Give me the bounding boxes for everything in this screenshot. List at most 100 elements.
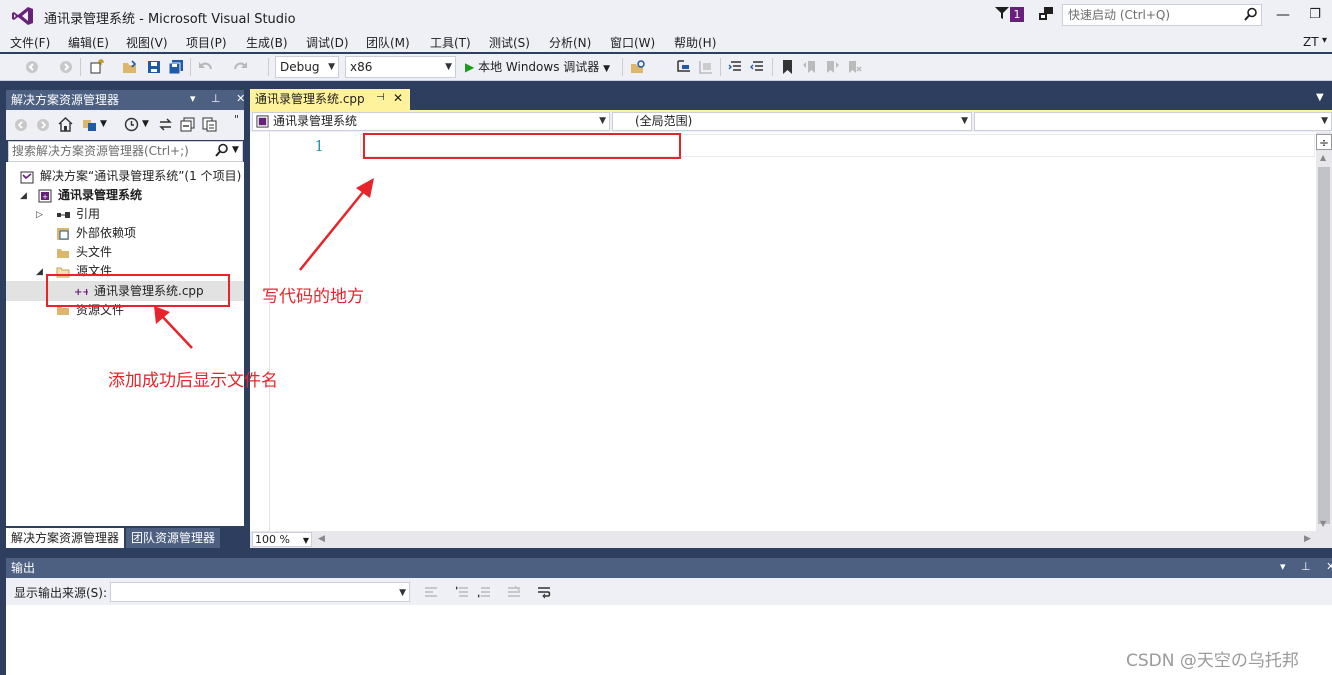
horizontal-scrollbar[interactable] [250, 531, 1332, 548]
save-icon[interactable] [146, 59, 162, 75]
expanded-chevron-icon[interactable]: ◢ [20, 191, 27, 201]
prev-bookmark-icon[interactable] [802, 59, 818, 75]
bookmark-icon[interactable] [780, 59, 796, 75]
find-in-files-icon[interactable] [630, 59, 646, 75]
annotation-code-area: 写代码的地方 [262, 287, 364, 307]
sync-icon[interactable] [158, 117, 173, 132]
folder-icon [57, 249, 69, 258]
annotation-file-added: 添加成功后显示文件名 [108, 371, 278, 391]
prev-message-icon[interactable] [455, 585, 469, 599]
solution-search-input[interactable]: 搜索解决方案资源管理器(Ctrl+;) [8, 141, 243, 162]
tab-solution-explorer[interactable]: 解决方案资源管理器 [6, 528, 125, 548]
step-disabled-icon[interactable] [698, 59, 714, 75]
collapsed-chevron-icon[interactable]: ▷ [36, 210, 43, 220]
user-account[interactable]: ZT [1303, 35, 1319, 49]
pane-window-controls[interactable]: ▾ ⊥ ✕ [190, 92, 251, 105]
chevron-down-icon[interactable]: ▼ [142, 119, 149, 129]
menu-test[interactable]: 测试(S) [489, 34, 530, 51]
minimize-button[interactable]: — [1272, 4, 1294, 26]
menu-team[interactable]: 团队(M) [366, 34, 410, 51]
config-select[interactable]: Debug ▼ [275, 56, 339, 78]
platform-select[interactable]: x86 ▼ [345, 56, 456, 78]
notification-badge[interactable]: 1 [1010, 7, 1024, 22]
comment-lines-icon[interactable] [728, 59, 744, 75]
code-editor[interactable] [250, 132, 1316, 531]
menu-tools[interactable]: 工具(T) [430, 34, 471, 51]
redo-icon[interactable] [232, 59, 248, 75]
next-message-icon[interactable] [477, 585, 491, 599]
tab-overflow-icon[interactable]: ▼ [1316, 92, 1324, 103]
tab-team-explorer[interactable]: 团队资源管理器 [126, 528, 221, 548]
back-icon[interactable] [14, 118, 28, 132]
word-wrap-icon[interactable] [537, 585, 551, 599]
chevron-down-icon: ▼ [961, 116, 968, 126]
start-debugging-button[interactable]: ▶ 本地 Windows 调试器 ▼ [465, 58, 610, 76]
tree-item-solution[interactable]: 解决方案“通讯录管理系统”(1 个项目) [40, 167, 241, 186]
collapse-all-icon[interactable] [180, 117, 195, 132]
visual-studio-logo-icon [12, 7, 33, 25]
scroll-up-icon[interactable]: ▲ [1320, 153, 1326, 162]
quick-launch-input[interactable]: 快速启动 (Ctrl+Q) [1062, 4, 1262, 26]
toolbar-separator [622, 58, 623, 76]
close-tab-icon[interactable]: ✕ [393, 91, 403, 105]
chevron-down-icon: ▼ [445, 62, 452, 72]
menu-help[interactable]: 帮助(H) [674, 34, 716, 51]
chevron-down-icon[interactable]: ▼ [100, 119, 107, 129]
feedback-icon[interactable] [1038, 6, 1054, 22]
back-icon[interactable] [24, 59, 40, 75]
menu-edit[interactable]: 编辑(E) [68, 34, 109, 51]
menu-build[interactable]: 生成(B) [246, 34, 288, 51]
menu-bar: 文件(F) 编辑(E) 视图(V) 项目(P) 生成(B) 调试(D) 团队(M… [0, 32, 1332, 52]
split-window-icon[interactable]: ÷ [1316, 134, 1332, 150]
global-scope-select[interactable]: (全局范围) ▼ [612, 112, 972, 131]
chevron-down-icon[interactable]: ▼ [232, 145, 239, 155]
step-icon[interactable] [676, 59, 692, 75]
search-icon[interactable] [215, 143, 229, 157]
maximize-button[interactable]: ❐ [1304, 4, 1326, 26]
scroll-down-icon[interactable]: ▼ [1320, 519, 1326, 528]
pane-window-controls[interactable]: ▾ ⊥ ✕ [1280, 560, 1332, 573]
global-scope-value: (全局范围) [635, 114, 693, 128]
tree-item-references[interactable]: 引用 [76, 205, 100, 224]
filter-icon[interactable] [995, 6, 1009, 20]
menu-file[interactable]: 文件(F) [10, 34, 50, 51]
tree-item-external-deps[interactable]: 外部依赖项 [76, 224, 136, 243]
forward-icon[interactable] [58, 59, 74, 75]
new-project-icon[interactable] [88, 59, 104, 75]
scroll-right-icon[interactable]: ▶ [1304, 534, 1311, 544]
tree-item-project[interactable]: 通讯录管理系统 [58, 186, 142, 205]
toolbar-separator [720, 58, 721, 76]
toolbar-overflow-icon[interactable]: " [234, 113, 239, 126]
home-icon[interactable] [58, 117, 73, 132]
menu-debug[interactable]: 调试(D) [306, 34, 349, 51]
member-scope-select[interactable]: ▼ [974, 112, 1332, 131]
output-source-select[interactable]: ▼ [110, 582, 410, 602]
document-tab[interactable]: 通讯录管理系统.cpp [250, 89, 410, 110]
config-value: Debug [280, 60, 320, 74]
search-icon[interactable] [1244, 7, 1258, 21]
pin-icon[interactable]: ⊣ [376, 92, 385, 103]
tree-item-header-files[interactable]: 头文件 [76, 243, 112, 262]
menu-window[interactable]: 窗口(W) [610, 34, 655, 51]
uncomment-lines-icon[interactable] [750, 59, 766, 75]
open-file-icon[interactable] [122, 59, 138, 75]
scrollbar-thumb[interactable] [1318, 167, 1330, 524]
undo-icon[interactable] [198, 59, 214, 75]
next-bookmark-icon[interactable] [824, 59, 840, 75]
show-all-files-icon[interactable] [202, 117, 217, 132]
clear-all-icon[interactable] [507, 585, 521, 599]
find-message-icon[interactable] [424, 585, 438, 599]
menu-project[interactable]: 项目(P) [186, 34, 227, 51]
clear-bookmarks-icon[interactable] [846, 59, 862, 75]
save-all-icon[interactable] [168, 59, 184, 75]
menu-analyze[interactable]: 分析(N) [549, 34, 591, 51]
switch-views-icon[interactable] [82, 117, 97, 132]
menu-view[interactable]: 视图(V) [126, 34, 168, 51]
user-caret-icon[interactable]: ▾ [1322, 35, 1327, 46]
pending-changes-icon[interactable] [124, 117, 139, 132]
zoom-select[interactable]: 100 % ▼ [252, 532, 312, 547]
project-scope-select[interactable]: 通讯录管理系统 ▼ [252, 112, 610, 131]
scroll-left-icon[interactable]: ◀ [318, 534, 325, 544]
expanded-chevron-icon[interactable]: ◢ [36, 267, 43, 277]
forward-icon[interactable] [36, 118, 50, 132]
